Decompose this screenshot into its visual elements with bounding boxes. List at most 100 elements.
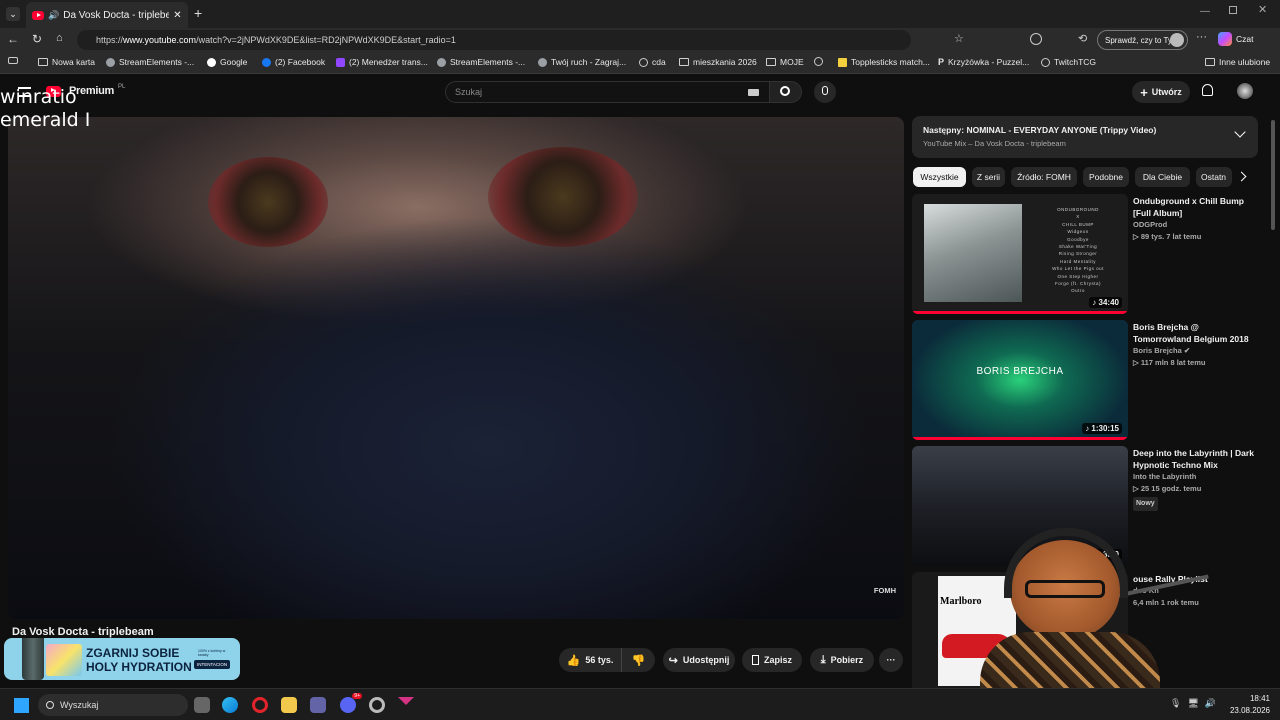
chip-series[interactable]: Z serii <box>972 167 1005 187</box>
download-icon: ⤓ <box>820 653 826 666</box>
discord-icon[interactable]: 9+ <box>340 693 362 713</box>
bookmark-item[interactable]: Twój ruch - Zagraj... <box>538 57 626 67</box>
video-thumbnail[interactable]: BORIS BREJCHA ♪ 1:30:15 <box>912 320 1128 440</box>
taskbar-search[interactable]: Wyszukaj <box>38 694 188 716</box>
bookmark-item[interactable]: mieszkania 2026 <box>679 57 757 67</box>
profile-button-label: Sprawdź, czy to Ty <box>1105 35 1172 45</box>
streamelements-icon <box>437 57 446 67</box>
recommendation-item[interactable]: ONDUBGROUND X CHILL BUMP Widgeon Goodbye Shak… <box>912 194 1258 314</box>
minimize-icon[interactable]: — <box>1200 6 1210 17</box>
recommendation-title: Boris Brejcha @ Tomorrowland Belgium 201… <box>1133 322 1249 344</box>
network-icon[interactable]: 🖥 <box>1187 698 1198 712</box>
streamelements-icon <box>106 57 115 67</box>
copilot-icon <box>1218 32 1232 46</box>
voice-search-button[interactable] <box>814 81 836 103</box>
bookmark-item[interactable]: StreamElements -... <box>106 57 194 67</box>
right-eye <box>488 147 638 247</box>
next-up-subtitle: YouTube Mix – Da Vosk Docta - triplebeam <box>923 139 1066 148</box>
new-tab-icon[interactable]: + <box>194 5 202 21</box>
search-button[interactable] <box>769 81 802 103</box>
dislike-button[interactable]: 👎 <box>621 648 655 672</box>
windows-taskbar: Wyszukaj 9+ 🎙 🖥 🔊 18:41 23.08.2026 <box>0 688 1280 720</box>
more-menu-icon[interactable]: ··· <box>1196 31 1207 43</box>
globe-icon <box>639 57 648 67</box>
like-count: 56 tys. <box>585 655 614 665</box>
favorite-star-icon[interactable]: ☆ <box>954 32 964 45</box>
create-button[interactable]: + Utwórz <box>1132 81 1190 103</box>
chevron-right-icon[interactable] <box>1236 171 1247 182</box>
file-explorer-icon[interactable] <box>281 697 297 713</box>
clock[interactable]: 18:41 23.08.2026 <box>1226 693 1270 717</box>
recommendation-info: Boris Brejcha @ Tomorrowland Belgium 201… <box>1133 321 1255 369</box>
speaker-icon[interactable]: 🔊 <box>48 10 59 21</box>
video-thumbnail[interactable]: ONDUBGROUND X CHILL BUMP Widgeon Goodbye Shak… <box>912 194 1128 314</box>
chip-source[interactable]: Źródło: FOMH <box>1011 167 1077 187</box>
chip-related[interactable]: Podobne <box>1083 167 1129 187</box>
avatar[interactable] <box>1237 83 1253 99</box>
bookmark-item[interactable]: Nowa karta <box>38 57 95 67</box>
bookmark-item[interactable]: StreamElements -... <box>437 57 525 67</box>
bookmark-item[interactable]: P Krzyżówka - Puzzel... <box>938 57 1029 67</box>
app-icon[interactable] <box>398 697 414 713</box>
download-button[interactable]: ⤓ Pobierz <box>810 648 874 672</box>
chip-recent[interactable]: Ostatn <box>1196 167 1232 187</box>
bookmark-item[interactable]: (2) Menedżer trans... <box>336 57 428 67</box>
like-button[interactable]: 👍 56 tys. <box>559 648 621 672</box>
note-icon <box>838 57 847 67</box>
chrome-icon[interactable] <box>369 697 385 713</box>
windows-start-icon[interactable] <box>14 698 29 713</box>
bookmark-item[interactable]: Google <box>207 57 247 67</box>
thumbnail-text: BORIS BREJCHA <box>976 366 1064 377</box>
other-bookmarks[interactable]: Inne ulubione <box>1205 57 1270 67</box>
folder-icon <box>679 58 689 66</box>
opera-icon[interactable] <box>252 697 268 713</box>
stream-text-overlay: winratio emerald I <box>0 86 90 132</box>
reload-icon[interactable]: ↻ <box>32 32 42 46</box>
volume-icon[interactable]: 🔊 <box>1205 698 1216 712</box>
bookmark-item[interactable] <box>814 57 823 66</box>
tab-actions-icon[interactable]: ⌄ <box>6 7 20 21</box>
bookmark-item[interactable]: cda <box>639 57 666 67</box>
save-button[interactable]: Zapisz <box>742 648 802 672</box>
chip-for-you[interactable]: Dla Ciebie <box>1135 167 1190 187</box>
bookmark-item[interactable]: Topplesticks match... <box>838 57 930 67</box>
keyboard-icon[interactable] <box>748 89 759 96</box>
more-actions-button[interactable]: ··· <box>879 648 903 672</box>
notifications-icon[interactable] <box>1202 84 1213 96</box>
playlist-next-up[interactable]: Następny: NOMINAL - EVERYDAY ANYONE (Tri… <box>912 116 1258 158</box>
home-icon[interactable]: ⌂ <box>56 32 63 44</box>
close-window-icon[interactable]: ✕ <box>1258 3 1267 16</box>
search-placeholder: Szukaj <box>455 87 483 97</box>
recommendation-item[interactable]: BORIS BREJCHA ♪ 1:30:15 Boris Brejcha @ … <box>912 320 1258 440</box>
maximize-icon[interactable] <box>1229 6 1237 14</box>
bookmark-item[interactable]: (2) Facebook <box>262 57 325 67</box>
back-icon[interactable]: ← <box>7 32 19 46</box>
extensions-icon[interactable] <box>1030 33 1042 45</box>
edge-icon[interactable] <box>222 697 238 713</box>
teams-icon[interactable] <box>310 697 326 713</box>
task-view-icon[interactable] <box>194 697 210 713</box>
youtube-favicon-icon <box>32 10 44 20</box>
search-icon <box>46 701 54 709</box>
google-icon <box>207 57 216 67</box>
page-icon <box>38 58 48 66</box>
system-tray[interactable]: 🎙 🖥 🔊 <box>1170 698 1220 712</box>
profile-button[interactable]: Sprawdź, czy to Ty <box>1097 30 1188 50</box>
bookmark-item[interactable]: MOJE <box>766 57 804 67</box>
browser-tab-active[interactable]: 🔊 Da Vosk Docta - triplebeam - ✕ <box>26 2 188 28</box>
bookmark-item[interactable]: TwitchTCG <box>1041 57 1096 67</box>
chip-all[interactable]: Wszystkie <box>913 167 966 187</box>
next-up-title: Następny: NOMINAL - EVERYDAY ANYONE (Tri… <box>923 125 1157 135</box>
history-icon[interactable]: ⟲ <box>1078 32 1087 45</box>
page-scrollbar[interactable] <box>1270 112 1276 688</box>
close-tab-icon[interactable]: ✕ <box>173 10 181 21</box>
share-button[interactable]: ↪ Udostępnij <box>663 648 735 672</box>
video-player[interactable]: FOMH <box>8 117 904 619</box>
search-input[interactable]: Szukaj <box>445 81 770 103</box>
mic-tray-icon[interactable]: 🎙 <box>1170 698 1181 712</box>
copilot-button[interactable]: Czat <box>1218 32 1253 46</box>
scrollbar-thumb[interactable] <box>1271 120 1275 230</box>
address-bar[interactable]: https://www.youtube.com/watch?v=2jNPWdXK… <box>77 30 911 50</box>
folder-icon <box>766 58 776 66</box>
bookmarks-toggle-icon[interactable] <box>8 57 18 64</box>
